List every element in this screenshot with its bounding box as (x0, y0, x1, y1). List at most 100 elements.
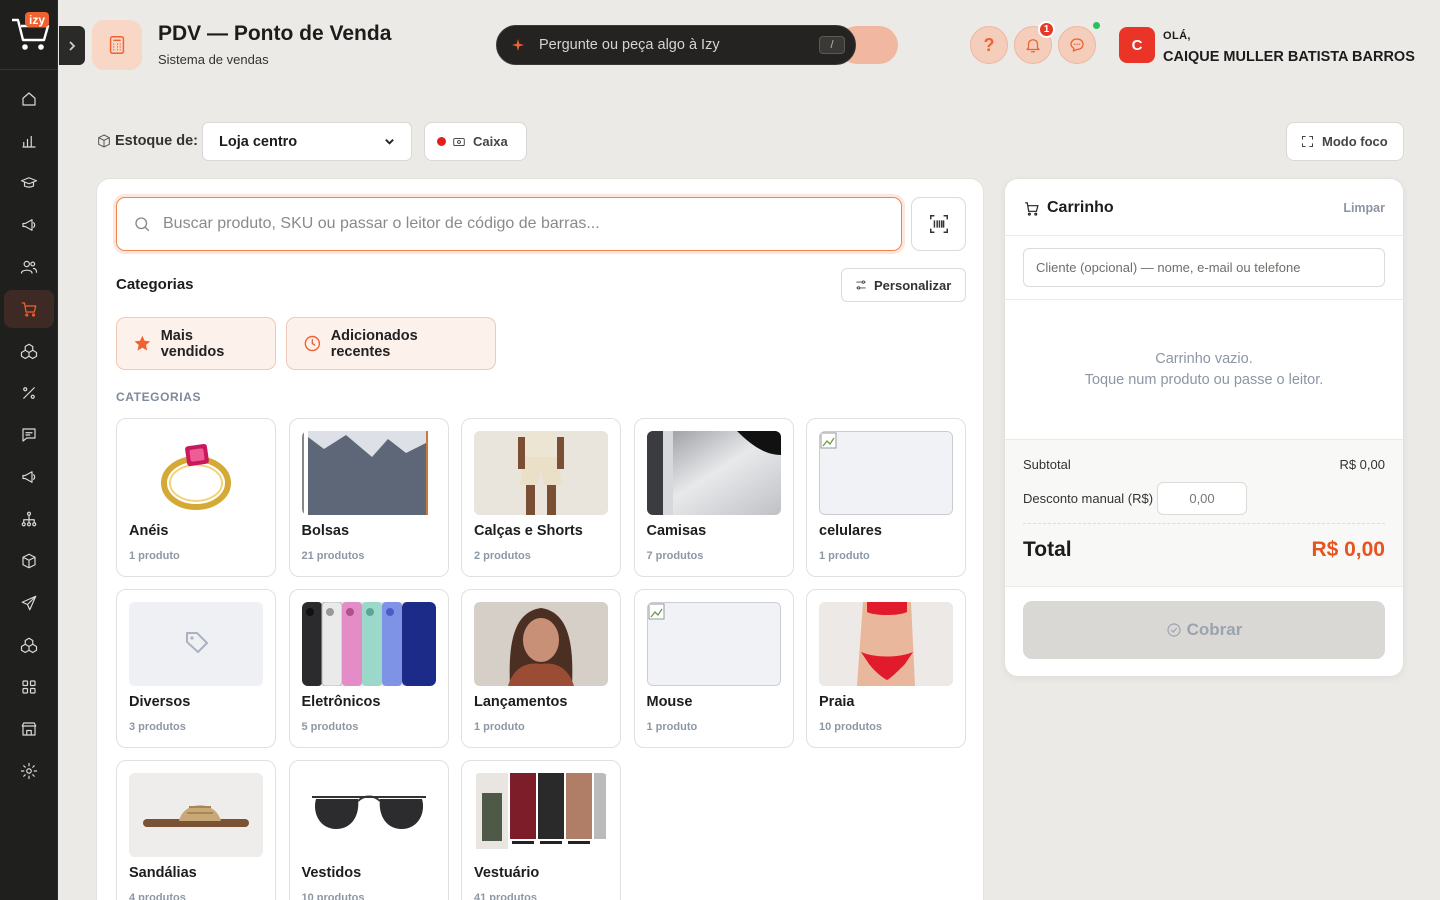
products-panel: Categorias Personalizar Mais vendidos Ad… (96, 178, 984, 900)
store-icon (21, 722, 37, 736)
category-card[interactable]: Anéis 1 produto (116, 418, 276, 577)
category-thumbnail (646, 602, 781, 686)
category-thumbnail (646, 431, 781, 515)
category-name: Lançamentos (474, 694, 568, 710)
discount-input[interactable] (1157, 482, 1247, 515)
clear-cart-button[interactable]: Limpar (1343, 201, 1385, 215)
boxes-icon (20, 637, 38, 654)
shopping-cart-icon (1025, 201, 1039, 216)
product-search-input[interactable] (163, 215, 885, 233)
category-name: Vestuário (474, 865, 540, 881)
network-icon (21, 511, 37, 527)
sidebar-item-settings[interactable] (4, 752, 54, 790)
personalize-button[interactable]: Personalizar (841, 268, 966, 302)
stock-label: Estoque de: (96, 133, 198, 149)
ask-izy-placeholder: Pergunte ou peça algo à Izy (539, 37, 720, 53)
sidebar-item-messages[interactable] (4, 416, 54, 454)
quick-filter-recent[interactable]: Adicionados recentes (286, 317, 496, 370)
cart-totals: Subtotal R$ 0,00 Desconto manual (R$) To… (1005, 439, 1403, 587)
ask-izy-bar[interactable]: Pergunte ou peça algo à Izy / (496, 25, 856, 65)
quick-filter-best-sellers[interactable]: Mais vendidos (116, 317, 276, 370)
sidebar-item-customers[interactable] (4, 248, 54, 286)
category-card[interactable]: Calças e Shorts 2 produtos (461, 418, 621, 577)
category-card[interactable]: Sandálias 4 produtos (116, 760, 276, 900)
client-input[interactable] (1023, 248, 1385, 287)
bell-icon (1026, 39, 1040, 53)
category-card[interactable]: Lançamentos 1 produto (461, 589, 621, 748)
sidebar-item-network[interactable] (4, 500, 54, 538)
cart-title: Carrinho (1047, 199, 1114, 216)
category-count: 10 produtos (301, 892, 365, 900)
sidebar-item-campaigns[interactable] (4, 458, 54, 496)
charge-button[interactable]: Cobrar (1023, 601, 1385, 659)
sidebar-item-reports[interactable] (4, 122, 54, 160)
category-thumbnail (301, 431, 436, 515)
megaphone-icon (22, 219, 36, 231)
subtotal-value: R$ 0,00 (1339, 457, 1385, 472)
izy-logo[interactable]: izy (8, 10, 52, 56)
category-card[interactable]: Vestidos 10 produtos (288, 760, 449, 900)
calculator-app-icon (92, 20, 142, 70)
sidebar-item-discounts[interactable] (4, 374, 54, 412)
category-card[interactable]: Diversos 3 produtos (116, 589, 276, 748)
category-count: 1 produto (819, 550, 870, 562)
sidebar-item-apps[interactable] (4, 668, 54, 706)
category-card[interactable]: Vestuário 41 produtos (461, 760, 621, 900)
cart-divider (1005, 299, 1403, 300)
sidebar-toggle-button[interactable] (59, 26, 85, 65)
chat-button[interactable] (1058, 21, 1101, 64)
register-button[interactable]: Caixa (424, 122, 527, 161)
sidebar-item-store[interactable] (4, 710, 54, 748)
help-button[interactable]: ? (970, 26, 1008, 64)
check-circle-icon (1167, 623, 1181, 637)
total-label: Total (1023, 538, 1072, 561)
category-name: Camisas (646, 523, 707, 539)
sidebar-item-stock[interactable] (4, 626, 54, 664)
sidebar-item-marketing[interactable] (4, 206, 54, 244)
greeting: OLÁ, (1163, 30, 1191, 42)
help-icon: ? (983, 34, 995, 55)
boxes-icon (20, 343, 38, 360)
category-card[interactable]: Praia 10 produtos (806, 589, 966, 748)
category-count: 7 produtos (646, 550, 704, 562)
grid-icon (22, 680, 36, 694)
category-count: 5 produtos (301, 721, 359, 733)
category-card[interactable]: Camisas 7 produtos (633, 418, 794, 577)
quick-filter-label: Mais vendidos (160, 327, 225, 360)
send-icon (21, 595, 37, 611)
category-card[interactable]: Bolsas 21 produtos (288, 418, 449, 577)
category-card[interactable]: Mouse 1 produto (633, 589, 794, 748)
store-select[interactable]: Loja centro (202, 122, 412, 161)
chat-bubble-icon (1070, 38, 1084, 52)
sidebar-item-products[interactable] (4, 332, 54, 370)
online-indicator (1092, 21, 1101, 30)
barcode-scan-button[interactable] (911, 197, 966, 251)
sliders-icon (856, 280, 866, 290)
category-thumbnail (819, 602, 953, 686)
category-thumbnail (474, 773, 608, 857)
settings-icon (20, 762, 38, 780)
avatar[interactable]: C (1119, 27, 1155, 63)
sidebar-item-academy[interactable] (4, 164, 54, 202)
notifications-button[interactable]: 1 (1014, 21, 1055, 64)
sidebar-item-home[interactable] (4, 80, 54, 118)
category-grid: Anéis 1 produto Bolsas 21 produtos Calça… (116, 418, 966, 900)
category-thumbnail (129, 602, 263, 686)
cash-register-icon (453, 137, 465, 146)
sidebar-item-pdv[interactable] (4, 290, 54, 328)
category-card[interactable]: Eletrônicos 5 produtos (288, 589, 449, 748)
user-name[interactable]: CAIQUE MULLER BATISTA BARROS (1163, 49, 1415, 65)
category-count: 2 produtos (474, 550, 531, 562)
quick-filter-label: Adicionados recentes (330, 327, 418, 360)
focus-mode-button[interactable]: Modo foco (1286, 122, 1404, 161)
sidebar-item-inventory[interactable] (4, 542, 54, 580)
categories-title: Categorias (116, 276, 194, 293)
discount-label: Desconto manual (R$) (1023, 491, 1154, 506)
users-icon (20, 260, 38, 274)
product-search[interactable] (116, 197, 902, 251)
sidebar-item-shipping[interactable] (4, 584, 54, 622)
category-card[interactable]: celulares 1 produto (806, 418, 966, 577)
category-count: 1 produto (646, 721, 698, 733)
category-thumbnail (129, 431, 263, 515)
message-icon (22, 428, 36, 442)
